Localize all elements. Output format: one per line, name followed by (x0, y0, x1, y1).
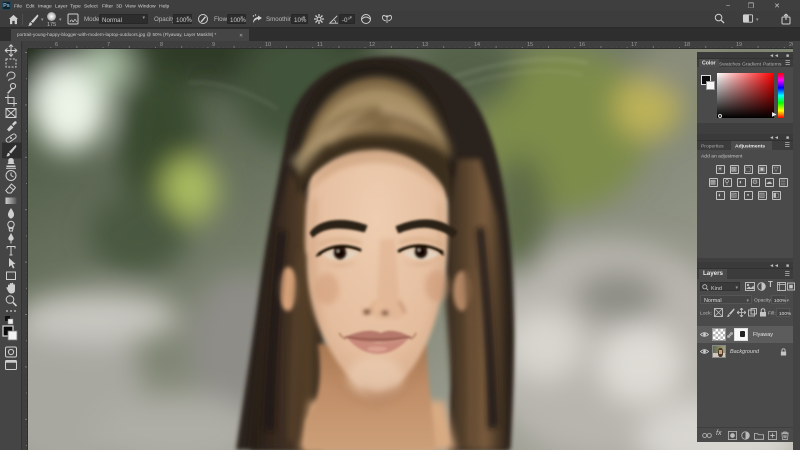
svg-text:13: 13 (422, 42, 428, 48)
svg-text:10: 10 (265, 42, 271, 48)
svg-text:17: 17 (631, 42, 637, 48)
svg-text:8: 8 (160, 42, 163, 48)
svg-text:12: 12 (369, 42, 375, 48)
svg-text:19: 19 (736, 42, 742, 48)
svg-text:14: 14 (474, 42, 480, 48)
svg-text:9: 9 (212, 42, 215, 48)
svg-text:6: 6 (55, 42, 58, 48)
svg-text:15: 15 (527, 42, 533, 48)
svg-text:16: 16 (579, 42, 585, 48)
svg-text:7: 7 (107, 42, 110, 48)
svg-text:18: 18 (684, 42, 690, 48)
svg-text:11: 11 (317, 42, 323, 48)
